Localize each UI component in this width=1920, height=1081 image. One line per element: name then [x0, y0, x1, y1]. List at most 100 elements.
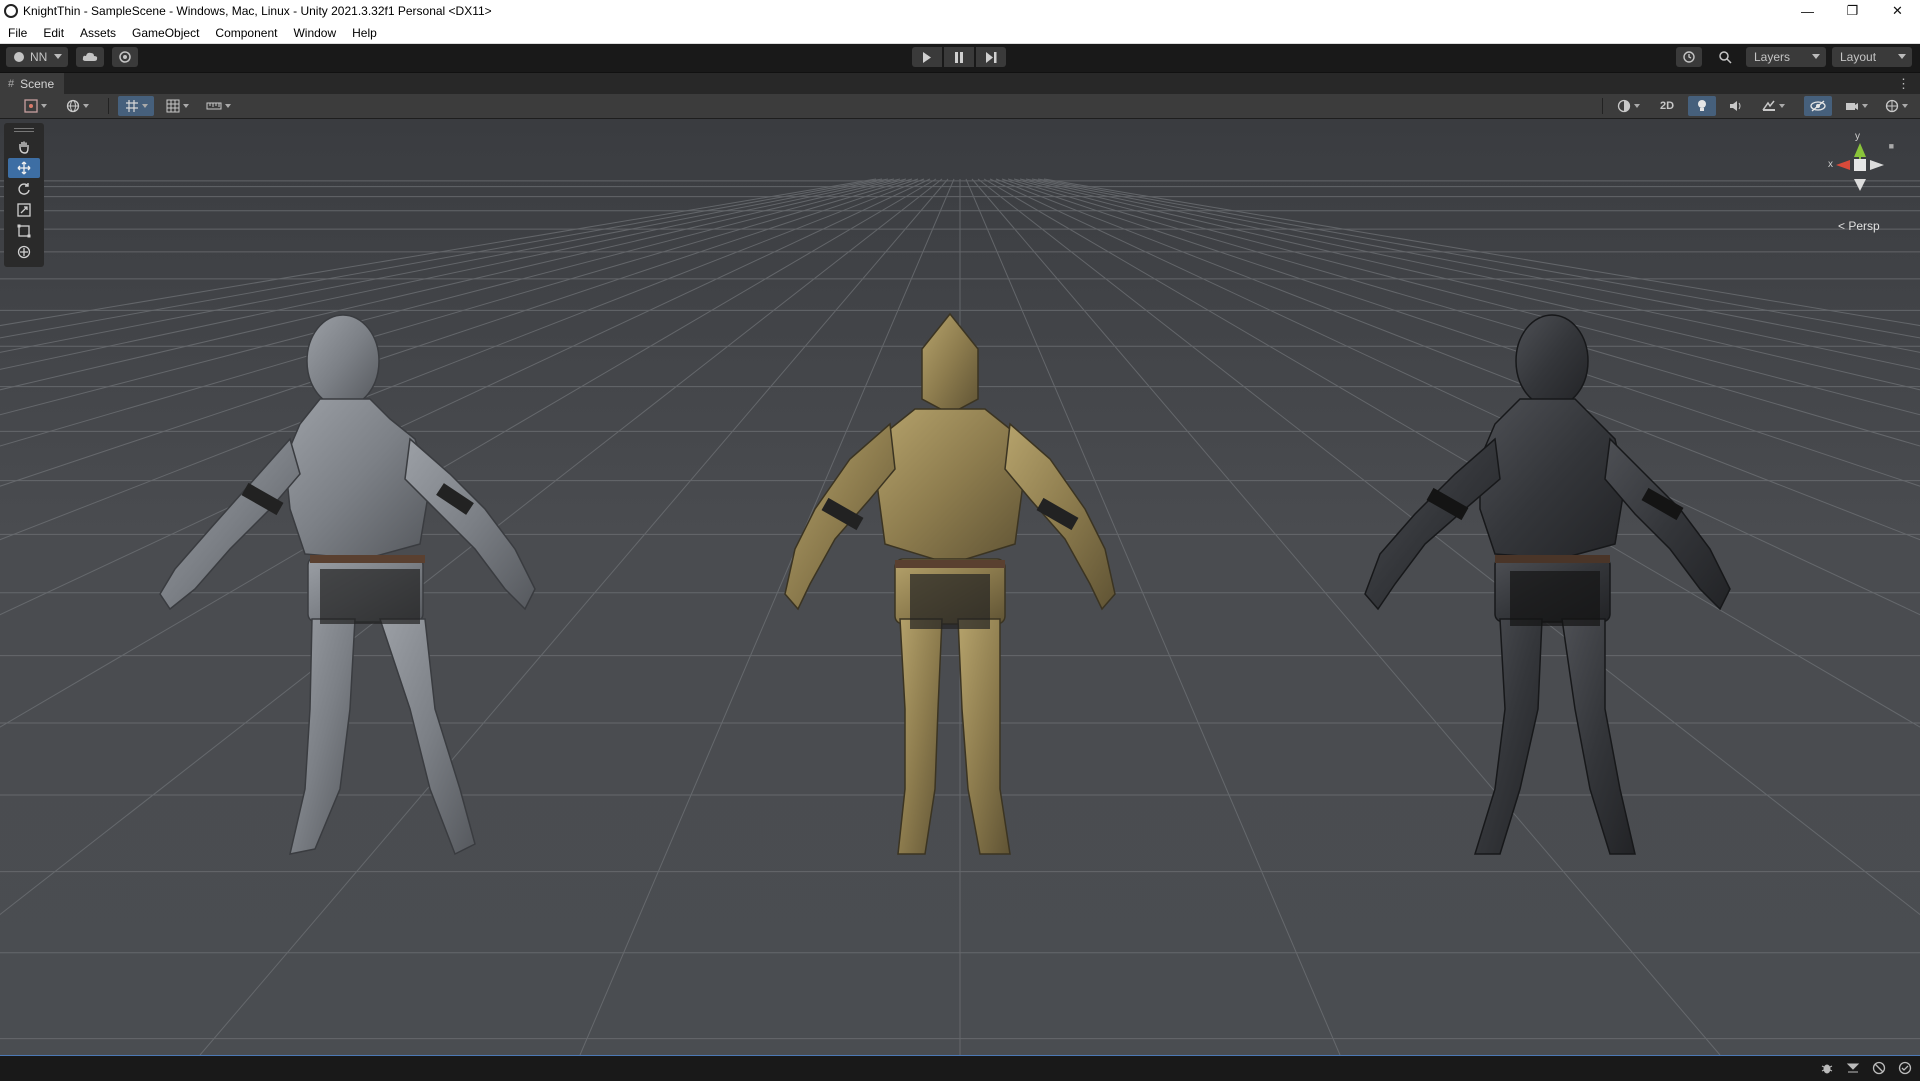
play-button[interactable]	[912, 47, 942, 67]
overlay-drag-handle[interactable]	[14, 128, 34, 132]
rotate-tool-button[interactable]	[8, 179, 40, 199]
unity-logo-icon	[4, 4, 18, 18]
menu-file[interactable]: File	[0, 26, 35, 40]
gold-knight[interactable]	[710, 309, 1190, 869]
menu-component[interactable]: Component	[207, 26, 285, 40]
step-icon	[985, 51, 996, 63]
ruler-icon	[206, 102, 221, 110]
account-icon	[14, 52, 24, 62]
rotate-icon	[18, 183, 30, 195]
menu-window[interactable]: Window	[285, 26, 344, 40]
lighting-toggle[interactable]	[1688, 96, 1716, 116]
pause-icon	[955, 51, 963, 63]
status-icons	[1818, 1060, 1914, 1076]
main-toolbar: NN Layers Layout	[0, 44, 1920, 70]
search-button[interactable]	[1712, 47, 1738, 67]
hidden-objects-toggle[interactable]	[1804, 96, 1832, 116]
move-icon	[17, 161, 31, 175]
projection-label: Persp	[1848, 219, 1880, 233]
menu-gameobject[interactable]: GameObject	[124, 26, 207, 40]
lock-icon[interactable]: ■	[1889, 141, 1894, 151]
tab-scene[interactable]: # Scene	[0, 73, 65, 95]
scene-viewport[interactable]: y x < Persp ■	[0, 119, 1920, 1055]
gear-icon	[119, 51, 131, 63]
network-icon[interactable]	[1870, 1060, 1888, 1076]
step-button[interactable]	[976, 47, 1006, 67]
orientation-gizmo[interactable]: y x < Persp ■	[1820, 127, 1900, 237]
search-icon	[1718, 50, 1732, 64]
hand-tool-button[interactable]	[8, 137, 40, 157]
menu-help[interactable]: Help	[344, 26, 385, 40]
projection-toggle[interactable]: < Persp	[1838, 219, 1880, 233]
menu-edit[interactable]: Edit	[35, 26, 72, 40]
scene-view-toolbar: 2D	[0, 94, 1920, 119]
scale-icon	[17, 203, 31, 217]
close-button[interactable]: ✕	[1875, 0, 1920, 22]
status-bar	[0, 1055, 1920, 1081]
window-title: KnightThin - SampleScene - Windows, Mac,…	[23, 4, 492, 18]
bug-icon[interactable]	[1818, 1060, 1836, 1076]
transform-tool-button[interactable]	[8, 242, 40, 262]
eye-slash-icon	[1810, 100, 1826, 112]
window-title-bar: KnightThin - SampleScene - Windows, Mac,…	[0, 0, 1920, 22]
black-knight[interactable]	[1270, 309, 1750, 869]
grid-icon	[166, 99, 179, 113]
effects-icon	[1761, 100, 1775, 111]
projection-glyph: <	[1838, 219, 1846, 233]
progress-icon[interactable]	[1844, 1060, 1862, 1076]
tool-settings-icon	[23, 99, 38, 113]
pivot-global-dropdown[interactable]	[60, 96, 94, 116]
gizmos-dropdown[interactable]	[1878, 96, 1914, 116]
tab-options-button[interactable]: ⋮	[1897, 76, 1910, 92]
play-icon	[923, 51, 931, 63]
hand-icon	[19, 141, 29, 154]
scene-tab-bar: # Scene ⋮	[0, 72, 1920, 95]
layers-label: Layers	[1754, 50, 1791, 64]
camera-settings-dropdown[interactable]	[1838, 96, 1874, 116]
tab-scene-label: Scene	[20, 77, 55, 91]
gizmo-icon	[1885, 99, 1898, 113]
transform-icon	[17, 245, 31, 259]
mode-2d-toggle[interactable]: 2D	[1652, 96, 1682, 116]
minimize-button[interactable]: —	[1785, 0, 1830, 22]
audio-toggle[interactable]	[1722, 96, 1750, 116]
draw-mode-dropdown[interactable]	[1610, 96, 1646, 116]
silver-knight[interactable]	[140, 309, 620, 869]
scene-grid-icon: #	[8, 78, 15, 90]
window-controls: — ❐ ✕	[1785, 0, 1920, 22]
cloud-icon	[82, 52, 98, 61]
tool-handle-dropdown[interactable]	[18, 96, 52, 116]
camera-icon	[1845, 103, 1858, 110]
menu-bar: File Edit Assets GameObject Component Wi…	[0, 22, 1920, 44]
history-icon	[1683, 51, 1695, 63]
pause-button[interactable]	[944, 47, 974, 67]
move-tool-button[interactable]	[8, 158, 40, 178]
effects-dropdown[interactable]	[1756, 96, 1790, 116]
globe-icon	[66, 99, 79, 113]
gizmo-y-label: y	[1855, 131, 1860, 142]
scene-tools-overlay	[4, 123, 44, 267]
light-bulb-icon	[1698, 100, 1706, 111]
layout-dropdown[interactable]: Layout	[1832, 47, 1912, 67]
layout-label: Layout	[1840, 50, 1877, 64]
account-label: NN	[30, 50, 48, 64]
grid-visibility-dropdown[interactable]	[160, 96, 194, 116]
undo-history-button[interactable]	[1676, 47, 1702, 67]
speaker-icon	[1730, 101, 1741, 111]
check-icon[interactable]	[1896, 1060, 1914, 1076]
cloud-button[interactable]	[76, 47, 104, 67]
increment-snap-dropdown[interactable]	[200, 96, 236, 116]
playback-controls	[912, 47, 1006, 67]
grid-snap-icon	[125, 100, 138, 112]
scale-tool-button[interactable]	[8, 200, 40, 220]
menu-assets[interactable]: Assets	[72, 26, 124, 40]
layers-dropdown[interactable]: Layers	[1746, 47, 1826, 67]
shaded-sphere-icon	[1617, 99, 1630, 113]
collab-button[interactable]	[112, 47, 138, 67]
gizmo-x-label: x	[1828, 159, 1833, 170]
grid-snap-dropdown[interactable]	[118, 96, 154, 116]
rect-icon	[17, 224, 31, 238]
rect-tool-button[interactable]	[8, 221, 40, 241]
restore-button[interactable]: ❐	[1830, 0, 1875, 22]
account-dropdown[interactable]: NN	[6, 47, 68, 67]
